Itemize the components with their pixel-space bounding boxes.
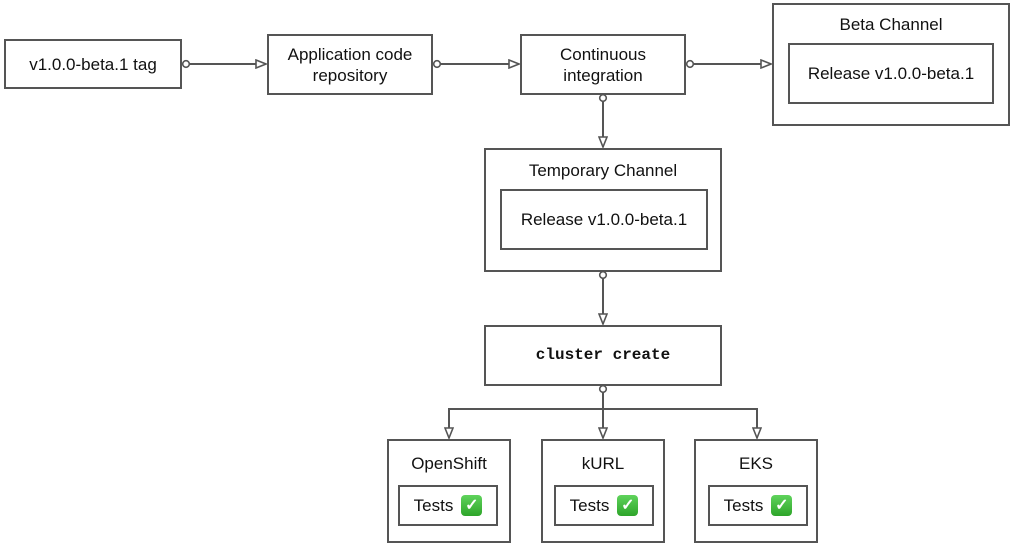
ci-label-line1: Continuous <box>559 44 646 64</box>
repo-label-line2: repository <box>312 65 388 85</box>
cluster-name: EKS <box>738 454 774 473</box>
temp-release-node: Release v1.0.0-beta.1 <box>500 189 708 250</box>
tests-node: Tests ✓ <box>398 485 498 526</box>
cluster-openshift: OpenShift Tests ✓ <box>387 439 511 543</box>
cluster-name: kURL <box>581 454 625 473</box>
beta-channel-title: Beta Channel <box>839 15 943 34</box>
check-mark-icon: ✓ <box>771 495 793 516</box>
cluster-kurl: kURL Tests ✓ <box>541 439 665 543</box>
ci-label-line2: integration <box>563 65 643 85</box>
cluster-create-label: cluster create <box>535 346 671 364</box>
repo-label-line1: Application code <box>287 44 413 64</box>
tests-label: Tests <box>569 495 610 515</box>
temporary-channel-title: Temporary Channel <box>528 161 678 180</box>
repo-node: Application code repository <box>267 34 433 95</box>
edge-cluster-to-openshift <box>449 408 603 438</box>
cluster-eks: EKS Tests ✓ <box>694 439 818 543</box>
ci-node: Continuous integration <box>520 34 686 95</box>
cluster-name: OpenShift <box>411 454 487 473</box>
beta-channel-node: Beta Channel Release v1.0.0-beta.1 <box>772 3 1010 126</box>
beta-release-label: Release v1.0.0-beta.1 <box>807 63 975 83</box>
tests-node: Tests ✓ <box>554 485 654 526</box>
tests-node: Tests ✓ <box>708 485 808 526</box>
check-mark-icon: ✓ <box>617 495 639 516</box>
tag-node: v1.0.0-beta.1 tag <box>4 39 182 89</box>
tag-label: v1.0.0-beta.1 tag <box>29 54 157 74</box>
tests-label: Tests <box>413 495 454 515</box>
temporary-channel-node: Temporary Channel Release v1.0.0-beta.1 <box>484 148 722 272</box>
temp-release-label: Release v1.0.0-beta.1 <box>520 209 688 229</box>
edge-cluster-to-eks <box>603 408 757 438</box>
cluster-create-node: cluster create <box>484 325 722 386</box>
tests-label: Tests <box>723 495 764 515</box>
beta-release-node: Release v1.0.0-beta.1 <box>788 43 994 104</box>
check-mark-icon: ✓ <box>461 495 483 516</box>
